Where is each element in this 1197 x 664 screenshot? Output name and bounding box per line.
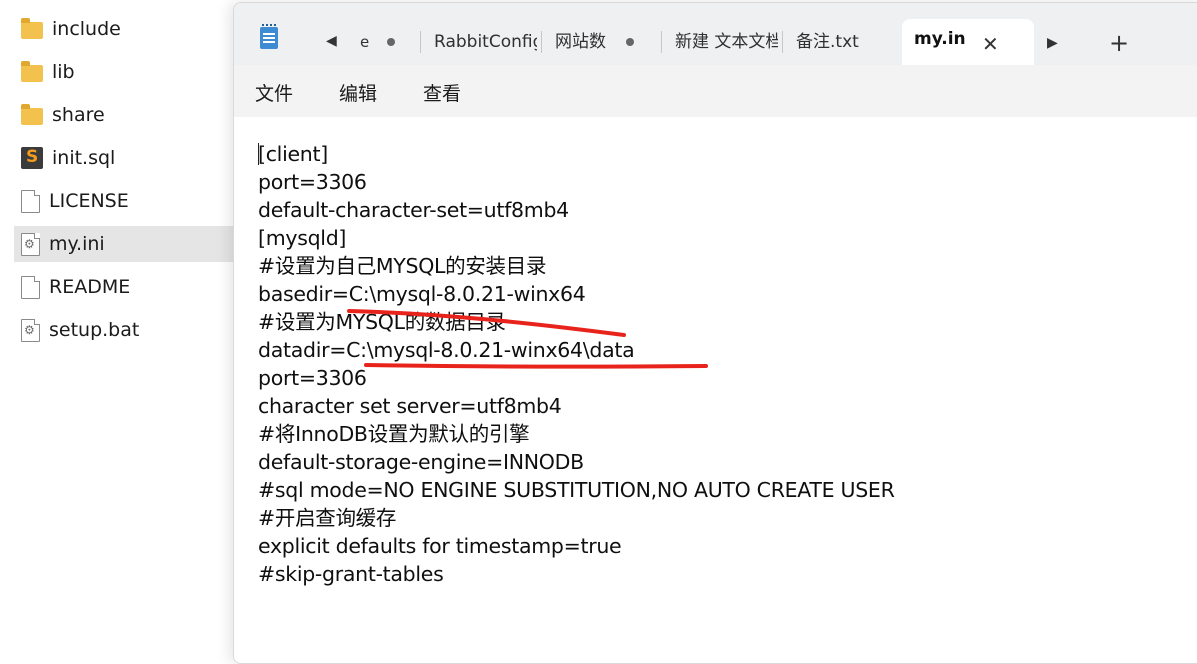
unsaved-dot-icon bbox=[626, 38, 634, 46]
file-item-label: include bbox=[52, 18, 121, 40]
text-line: [client] bbox=[258, 142, 328, 166]
file-item-label: share bbox=[52, 104, 105, 126]
text-line: #将InnoDB设置为默认的引擎 bbox=[258, 422, 530, 446]
tab-bar: ◀ e RabbitConfig 网站数 新建 文本文档 备注.txt my.i… bbox=[234, 3, 1197, 65]
sublime-file-icon bbox=[21, 147, 43, 169]
file-item-label: setup.bat bbox=[49, 319, 140, 341]
menu-file[interactable]: 文件 bbox=[255, 79, 293, 106]
close-tab-icon[interactable]: ✕ bbox=[982, 32, 999, 56]
tab-divider bbox=[420, 31, 421, 53]
datadir-underline bbox=[364, 363, 708, 369]
tab-divider bbox=[541, 31, 542, 53]
file-item-license[interactable]: LICENSE bbox=[14, 183, 234, 219]
file-item-share[interactable]: share bbox=[14, 97, 234, 133]
text-line: explicit defaults for timestamp=true bbox=[258, 534, 622, 558]
text-editor[interactable]: [client] port=3306 default-character-set… bbox=[234, 117, 1197, 663]
text-line: basedir=C:\mysql-8.0.21-winx64 bbox=[258, 282, 586, 306]
file-item-label: my.ini bbox=[49, 233, 105, 255]
text-line: port=3306 bbox=[258, 366, 367, 390]
file-item-my-ini[interactable]: my.ini bbox=[14, 226, 234, 262]
settings-file-icon bbox=[21, 318, 40, 342]
tab-my-ini[interactable]: my.in bbox=[902, 19, 1034, 65]
file-item-label: init.sql bbox=[52, 147, 116, 169]
new-tab-button[interactable]: + bbox=[1109, 29, 1129, 57]
notepad-window: ◀ e RabbitConfig 网站数 新建 文本文档 备注.txt my.i… bbox=[233, 2, 1197, 664]
menu-edit[interactable]: 编辑 bbox=[339, 79, 377, 106]
notepad-app-icon bbox=[260, 24, 278, 49]
document-icon bbox=[21, 275, 40, 299]
tab-divider bbox=[661, 31, 662, 53]
document-icon bbox=[21, 189, 40, 213]
file-item-setup-bat[interactable]: setup.bat bbox=[14, 312, 234, 348]
text-line: datadir=C:\mysql-8.0.21-winx64\data bbox=[258, 338, 635, 362]
tab-partial-first[interactable]: e bbox=[360, 33, 369, 51]
text-line: #sql mode=NO ENGINE SUBSTITUTION,NO AUTO… bbox=[258, 478, 895, 502]
file-item-init-sql[interactable]: init.sql bbox=[14, 140, 234, 176]
file-item-include[interactable]: include bbox=[14, 11, 234, 47]
text-line: #设置为MYSQL的数据目录 bbox=[258, 310, 506, 334]
scroll-tabs-right-icon[interactable]: ▶ bbox=[1047, 35, 1058, 51]
tab-notes-txt[interactable]: 备注.txt bbox=[796, 22, 896, 62]
tab-divider bbox=[782, 31, 783, 53]
file-item-lib[interactable]: lib bbox=[14, 54, 234, 90]
text-line: default-storage-engine=INNODB bbox=[258, 450, 584, 474]
file-item-label: LICENSE bbox=[49, 190, 129, 212]
text-line: port=3306 bbox=[258, 170, 367, 194]
text-line: default-character-set=utf8mb4 bbox=[258, 198, 569, 222]
text-line: character set server=utf8mb4 bbox=[258, 394, 562, 418]
file-item-readme[interactable]: README bbox=[14, 269, 234, 305]
folder-icon bbox=[21, 17, 43, 39]
folder-icon bbox=[21, 103, 43, 125]
tab-label: my.in bbox=[914, 29, 966, 49]
text-line: [mysqld] bbox=[258, 226, 347, 250]
text-line: #设置为自己MYSQL的安装目录 bbox=[258, 254, 547, 278]
text-line: #skip-grant-tables bbox=[258, 562, 444, 586]
file-item-label: lib bbox=[52, 61, 75, 83]
text-line: #开启查询缓存 bbox=[258, 506, 397, 530]
unsaved-dot-icon bbox=[387, 38, 395, 46]
folder-icon bbox=[21, 60, 43, 82]
file-item-label: README bbox=[49, 276, 131, 298]
file-explorer-pane: include lib share init.sql LICENSE my.in… bbox=[0, 0, 240, 645]
tab-new-text-document[interactable]: 新建 文本文档 bbox=[675, 22, 778, 62]
tab-website-data[interactable]: 网站数 bbox=[555, 22, 613, 62]
menu-bar: 文件 编辑 查看 bbox=[234, 65, 1197, 118]
menu-view[interactable]: 查看 bbox=[423, 79, 461, 106]
settings-file-icon bbox=[21, 232, 40, 256]
tab-rabbitconfig[interactable]: RabbitConfig bbox=[434, 22, 537, 62]
scroll-tabs-left-icon[interactable]: ◀ bbox=[326, 33, 337, 49]
